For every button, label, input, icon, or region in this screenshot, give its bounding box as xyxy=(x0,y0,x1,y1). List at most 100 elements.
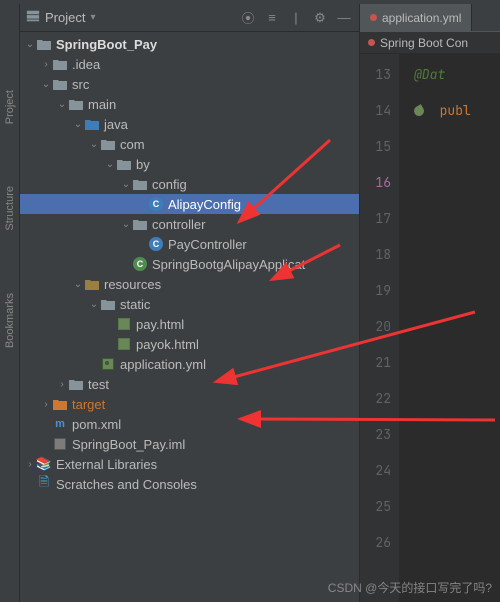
class-icon: C xyxy=(148,196,164,212)
chevron-right-icon[interactable] xyxy=(24,459,36,470)
node-label: .idea xyxy=(72,57,100,72)
chevron-down-icon[interactable] xyxy=(120,179,132,190)
tree-pom[interactable]: m pom.xml xyxy=(20,414,359,434)
html-icon xyxy=(116,316,132,332)
watermark: CSDN @今天的接口写完了吗? xyxy=(328,579,492,596)
chevron-down-icon[interactable] xyxy=(88,139,100,150)
tool-window-rail: Project Structure Bookmarks xyxy=(0,4,20,602)
tree-application-class[interactable]: C SpringBootgAlipayApplicat xyxy=(20,254,359,274)
tree-static[interactable]: static xyxy=(20,294,359,314)
tree-payok-html[interactable]: payok.html xyxy=(20,334,359,354)
line-number: 25 xyxy=(360,489,399,525)
line-number: 13 xyxy=(360,57,399,93)
select-opened-file-icon[interactable]: ⦿ xyxy=(239,9,257,27)
excluded-folder-icon xyxy=(52,396,68,412)
tree-controller[interactable]: controller xyxy=(20,214,359,234)
tree-idea[interactable]: .idea xyxy=(20,54,359,74)
code-keyword: publ xyxy=(440,102,471,119)
chevron-down-icon[interactable] xyxy=(24,39,36,50)
line-number: 14 xyxy=(360,93,399,129)
package-icon xyxy=(116,156,132,172)
tree-alipay-config[interactable]: C AlipayConfig xyxy=(20,194,359,214)
panel-title-label: Project xyxy=(45,10,85,25)
node-label: SpringBoot_Pay xyxy=(56,37,157,52)
tree-java[interactable]: java xyxy=(20,114,359,134)
tree-pay-html[interactable]: pay.html xyxy=(20,314,359,334)
project-panel-title[interactable]: Project ▾ xyxy=(26,9,235,26)
node-label: pom.xml xyxy=(72,417,121,432)
line-number: 20 xyxy=(360,309,399,345)
line-number: 22 xyxy=(360,381,399,417)
line-number: 16 xyxy=(360,165,399,201)
tree-test[interactable]: test xyxy=(20,374,359,394)
node-label: application.yml xyxy=(120,357,206,372)
tree-application-yml[interactable]: application.yml xyxy=(20,354,359,374)
divider: | xyxy=(287,9,305,27)
folder-icon xyxy=(100,296,116,312)
node-label: AlipayConfig xyxy=(168,197,241,212)
chevron-down-icon: ▾ xyxy=(90,12,95,23)
package-icon xyxy=(132,216,148,232)
tree-by[interactable]: by xyxy=(20,154,359,174)
node-label: SpringBoot_Pay.iml xyxy=(72,437,185,452)
node-label: test xyxy=(88,377,109,392)
tree-iml[interactable]: SpringBoot_Pay.iml xyxy=(20,434,359,454)
chevron-down-icon[interactable] xyxy=(104,159,116,170)
chevron-down-icon[interactable] xyxy=(88,299,100,310)
tree-root[interactable]: SpringBoot_Pay xyxy=(20,34,359,54)
package-icon xyxy=(100,136,116,152)
folder-icon xyxy=(52,56,68,72)
maven-icon: m xyxy=(52,416,68,432)
line-number: 21 xyxy=(360,345,399,381)
module-icon xyxy=(36,36,52,52)
tree-scratches[interactable]: 🗎 Scratches and Consoles xyxy=(20,474,359,494)
settings-icon[interactable]: ⚙ xyxy=(311,9,329,27)
hide-icon[interactable]: — xyxy=(335,9,353,27)
library-icon: 📚 xyxy=(36,456,52,472)
iml-icon xyxy=(52,436,68,452)
chevron-right-icon[interactable] xyxy=(40,59,52,70)
tree-config[interactable]: config xyxy=(20,174,359,194)
node-label: External Libraries xyxy=(56,457,157,472)
folder-icon xyxy=(68,96,84,112)
project-icon xyxy=(26,9,40,26)
editor-tab-application-yml[interactable]: application.yml xyxy=(360,4,472,31)
chevron-right-icon[interactable] xyxy=(56,379,68,390)
project-tree[interactable]: SpringBoot_Pay .idea src main java xyxy=(20,32,359,602)
tree-pay-controller[interactable]: C PayController xyxy=(20,234,359,254)
tree-main[interactable]: main xyxy=(20,94,359,114)
node-label: src xyxy=(72,77,89,92)
chevron-down-icon[interactable] xyxy=(72,119,84,130)
yaml-icon xyxy=(100,356,116,372)
chevron-down-icon[interactable] xyxy=(72,279,84,290)
breadcrumb-label: Spring Boot Con xyxy=(380,36,468,50)
resources-folder-icon xyxy=(84,276,100,292)
tab-label: application.yml xyxy=(382,11,461,25)
rail-tab-structure[interactable]: Structure xyxy=(2,180,18,237)
tree-target[interactable]: target xyxy=(20,394,359,414)
tree-com[interactable]: com xyxy=(20,134,359,154)
project-tool-window: Project ▾ ⦿ ≡ | ⚙ — SpringBoot_Pay .idea xyxy=(20,4,360,602)
node-label: static xyxy=(120,297,150,312)
tree-external-libraries[interactable]: 📚 External Libraries xyxy=(20,454,359,474)
spring-leaf-icon xyxy=(412,105,426,119)
expand-all-icon[interactable]: ≡ xyxy=(263,9,281,27)
editor-breadcrumb[interactable]: Spring Boot Con xyxy=(360,32,500,54)
tree-src[interactable]: src xyxy=(20,74,359,94)
chevron-down-icon[interactable] xyxy=(40,79,52,90)
editor-code[interactable]: @Dat publ xyxy=(400,54,500,602)
rail-tab-bookmarks[interactable]: Bookmarks xyxy=(2,287,18,354)
chevron-down-icon[interactable] xyxy=(120,219,132,230)
line-number: 15 xyxy=(360,129,399,165)
node-label: main xyxy=(88,97,116,112)
source-folder-icon xyxy=(84,116,100,132)
chevron-right-icon[interactable] xyxy=(40,399,52,410)
node-label: pay.html xyxy=(136,317,184,332)
node-label: java xyxy=(104,117,128,132)
rail-tab-project[interactable]: Project xyxy=(2,84,18,130)
chevron-down-icon[interactable] xyxy=(56,99,68,110)
line-number: 23 xyxy=(360,417,399,453)
line-number: 24 xyxy=(360,453,399,489)
node-label: SpringBootgAlipayApplicat xyxy=(152,257,305,272)
tree-resources[interactable]: resources xyxy=(20,274,359,294)
